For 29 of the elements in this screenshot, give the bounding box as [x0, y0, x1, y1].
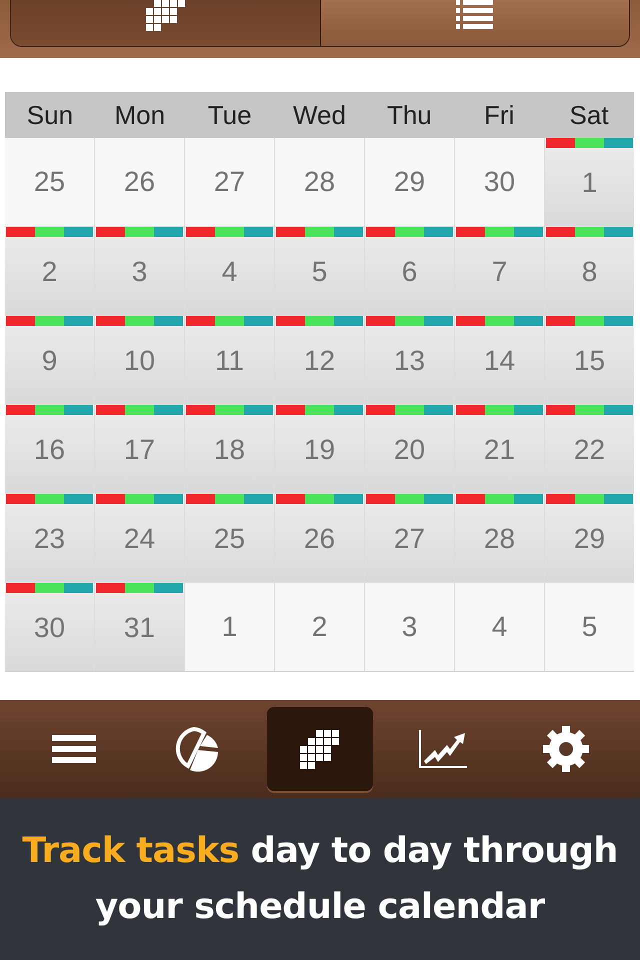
- day-cell[interactable]: 26: [95, 138, 184, 226]
- day-cell[interactable]: 30: [455, 138, 544, 226]
- weekday-label: Tue: [206, 100, 253, 130]
- weekday-label: Wed: [292, 100, 347, 130]
- weekday-label: Fri: [483, 100, 516, 130]
- grid-icon: [300, 730, 340, 768]
- day-cell[interactable]: 2: [275, 583, 364, 671]
- weekday-label: Mon: [113, 100, 166, 130]
- grid-icon: [146, 0, 185, 31]
- settings-icon: [543, 726, 590, 772]
- weekday-label: Sat: [568, 100, 610, 130]
- day-cell[interactable]: 25: [5, 138, 94, 226]
- tab-button[interactable]: [266, 707, 373, 791]
- day-cell[interactable]: 1: [185, 583, 274, 671]
- day-cell[interactable]: 29: [365, 138, 454, 226]
- day-cell[interactable]: 3: [365, 583, 454, 671]
- weekday-label: Thu: [386, 100, 433, 130]
- pie-chart-icon: [174, 726, 220, 772]
- view-tab[interactable]: [11, 0, 320, 46]
- weekday-label: Sun: [26, 100, 74, 130]
- menu-icon: [52, 735, 96, 763]
- day-cell[interactable]: 5: [545, 583, 634, 671]
- list-icon: [456, 0, 494, 29]
- day-cell[interactable]: 27: [185, 138, 274, 226]
- view-tab[interactable]: [320, 0, 629, 46]
- promo-caption: Track tasks day to day through your schedule calendar: [21, 830, 619, 929]
- line-chart-icon: [419, 730, 468, 768]
- day-cell[interactable]: 4: [455, 583, 544, 671]
- day-cell[interactable]: 28: [275, 138, 364, 226]
